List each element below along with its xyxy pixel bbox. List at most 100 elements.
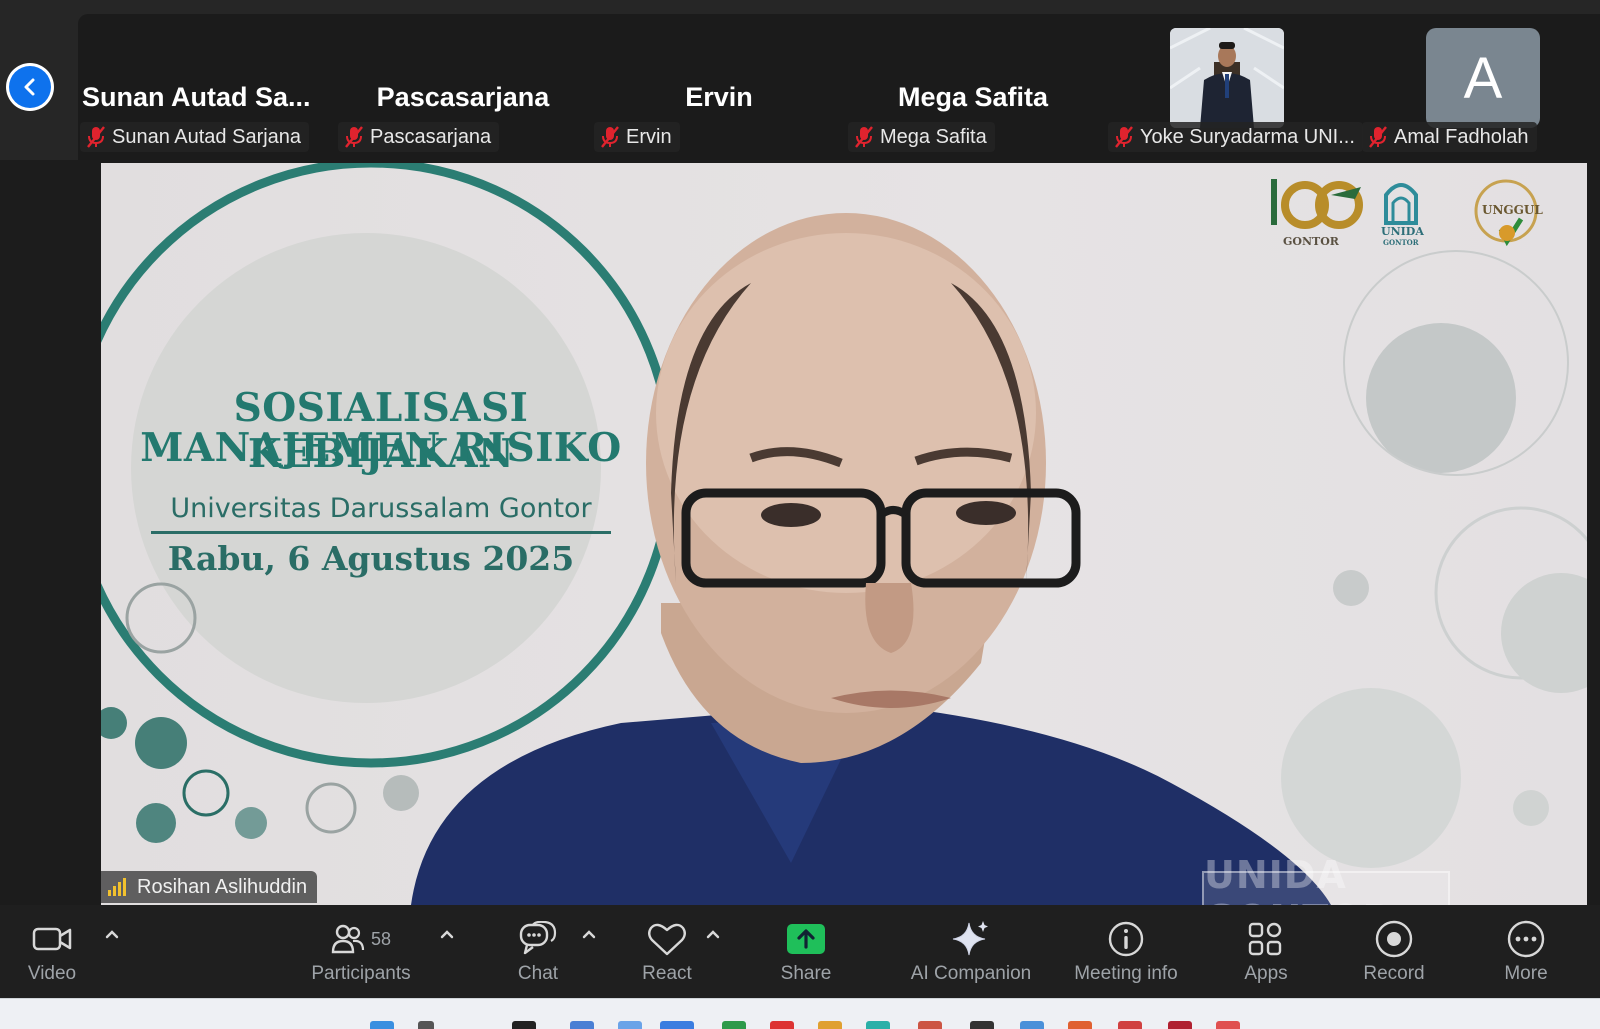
- slide-date: Rabu, 6 Agustus 2025: [167, 539, 575, 578]
- participant-tile-name: Pascasarjana: [376, 82, 550, 112]
- more-button[interactable]: More: [1496, 917, 1556, 993]
- video-camera-icon: [32, 917, 72, 961]
- participants-count: 58: [370, 928, 392, 949]
- apps-button[interactable]: Apps: [1236, 917, 1296, 993]
- institution-logos: GONTOR UNIDA GONTOR UNGGUL: [1271, 175, 1571, 255]
- participant-label-text: Pascasarjana: [370, 125, 492, 148]
- participant-tile[interactable]: Pascasarjana Pascasarjana: [338, 14, 588, 160]
- taskbar-app-icon[interactable]: [618, 1021, 642, 1029]
- record-label: Record: [1363, 963, 1425, 984]
- participants-label: Participants: [311, 963, 411, 984]
- meeting-info-label: Meeting info: [1074, 963, 1178, 984]
- taskbar-app-icon[interactable]: [1168, 1021, 1192, 1029]
- sparkle-icon: [951, 917, 991, 961]
- chevron-left-icon: [9, 66, 51, 108]
- participants-options-caret-icon[interactable]: [438, 927, 456, 941]
- mic-muted-icon: [601, 126, 619, 148]
- logo-unida-subtext: GONTOR: [1383, 238, 1419, 247]
- participant-name-label: Sunan Autad Sarjana: [80, 122, 310, 152]
- people-icon: [331, 924, 365, 954]
- ai-companion-button[interactable]: AI Companion: [905, 917, 1037, 993]
- taskbar-app-icon[interactable]: [722, 1021, 746, 1029]
- mic-muted-icon: [1369, 126, 1387, 148]
- participant-tile-name: Ervin: [685, 82, 753, 112]
- mic-muted-icon: [87, 126, 105, 148]
- meeting-info-button[interactable]: Meeting info: [1066, 917, 1186, 993]
- broadcast-watermark: UNIDA GONTOR: [1202, 853, 1450, 905]
- participant-name-label: Mega Safita: [848, 122, 995, 152]
- taskbar-app-icon[interactable]: [570, 1021, 594, 1029]
- more-dots-icon: [1506, 917, 1546, 961]
- participant-label-text: Mega Safita: [880, 125, 987, 148]
- chat-button[interactable]: Chat: [508, 917, 568, 993]
- react-label: React: [642, 963, 692, 984]
- participant-video-thumbnail[interactable]: [1170, 28, 1284, 128]
- taskbar-app-icon[interactable]: [418, 1021, 434, 1029]
- video-button[interactable]: Video: [22, 917, 82, 993]
- chat-options-caret-icon[interactable]: [580, 927, 598, 941]
- chat-bubble-icon: [519, 917, 557, 961]
- participant-label-text: Amal Fadholah: [1394, 125, 1529, 148]
- video-label: Video: [27, 963, 77, 984]
- participant-tile-name: Sunan Autad Sa...: [82, 82, 311, 112]
- taskbar-app-icon[interactable]: [770, 1021, 794, 1029]
- taskbar-app-icon[interactable]: [370, 1021, 394, 1029]
- taskbar-app-icon[interactable]: [970, 1021, 994, 1029]
- react-options-caret-icon[interactable]: [704, 927, 722, 941]
- taskbar-app-icon[interactable]: [1118, 1021, 1142, 1029]
- active-speaker-video[interactable]: SOSIALISASI KEBIJAKAN MANAJEMEN RISIKO U…: [101, 163, 1587, 905]
- logo-unida-text: UNIDA: [1381, 225, 1424, 238]
- taskbar-app-icon[interactable]: [660, 1021, 694, 1029]
- signal-strength-icon: [108, 878, 126, 896]
- react-button[interactable]: React: [632, 917, 702, 993]
- participant-label-text: Sunan Autad Sarjana: [112, 125, 302, 148]
- mic-muted-icon: [1115, 126, 1133, 148]
- slide-title-line2: MANAJEMEN RISIKO: [140, 425, 622, 471]
- participants-button[interactable]: 58 Participants: [305, 917, 417, 993]
- mic-muted-icon: [855, 126, 873, 148]
- logo-gontor-text: GONTOR: [1283, 235, 1339, 248]
- ai-companion-label: AI Companion: [910, 963, 1032, 984]
- participant-name-label: Pascasarjana: [338, 122, 500, 152]
- share-screen-icon: [786, 917, 826, 961]
- participant-tile[interactable]: Mega Safita Mega Safita: [848, 14, 1098, 160]
- heart-icon: [647, 917, 687, 961]
- taskbar-app-icon[interactable]: [918, 1021, 942, 1029]
- apps-icon: [1247, 917, 1285, 961]
- participant-name-label: Yoke Suryadarma UNI...: [1108, 122, 1363, 152]
- slide-university-name: Universitas Darussalam Gontor: [170, 493, 592, 524]
- avatar-letter: A: [1463, 45, 1503, 111]
- apps-label: Apps: [1244, 963, 1288, 984]
- participant-tile-name: Mega Safita: [897, 82, 1049, 112]
- participant-strip: Sunan Autad Sa... Sunan Autad Sarjana Pa…: [0, 0, 1600, 160]
- slide-divider: [151, 531, 611, 534]
- taskbar-app-icon[interactable]: [1068, 1021, 1092, 1029]
- info-icon: [1107, 917, 1145, 961]
- taskbar-app-icon[interactable]: [1020, 1021, 1044, 1029]
- share-label: Share: [780, 963, 832, 984]
- os-taskbar: [0, 998, 1600, 1029]
- collapse-strip-button[interactable]: [6, 63, 54, 111]
- meeting-toolbar: Video 58 Participants Chat React Share A…: [0, 905, 1600, 998]
- mic-muted-icon: [345, 126, 363, 148]
- participant-label-text: Ervin: [626, 125, 672, 148]
- record-button[interactable]: Record: [1356, 917, 1432, 993]
- video-options-caret-icon[interactable]: [103, 927, 121, 941]
- taskbar-app-icon[interactable]: [1216, 1021, 1240, 1029]
- taskbar-app-icon[interactable]: [512, 1021, 536, 1029]
- participant-tile[interactable]: Ervin Ervin: [594, 14, 844, 160]
- chat-label: Chat: [517, 963, 559, 984]
- participant-label-text: Yoke Suryadarma UNI...: [1140, 125, 1355, 148]
- taskbar-app-icon[interactable]: [818, 1021, 842, 1029]
- participant-tile[interactable]: Sunan Autad Sa... Sunan Autad Sarjana: [80, 14, 330, 160]
- participants-icon-group: 58: [331, 917, 391, 961]
- virtual-background-graphic: [101, 163, 1587, 905]
- record-icon: [1374, 917, 1414, 961]
- share-button[interactable]: Share: [776, 917, 836, 993]
- speaker-name-text: Rosihan Aslihuddin: [137, 875, 308, 898]
- taskbar-app-icon[interactable]: [866, 1021, 890, 1029]
- participant-avatar[interactable]: A: [1426, 28, 1540, 128]
- participant-video-image: [1170, 28, 1284, 128]
- more-label: More: [1504, 963, 1548, 984]
- speaker-name-label: Rosihan Aslihuddin: [101, 871, 318, 903]
